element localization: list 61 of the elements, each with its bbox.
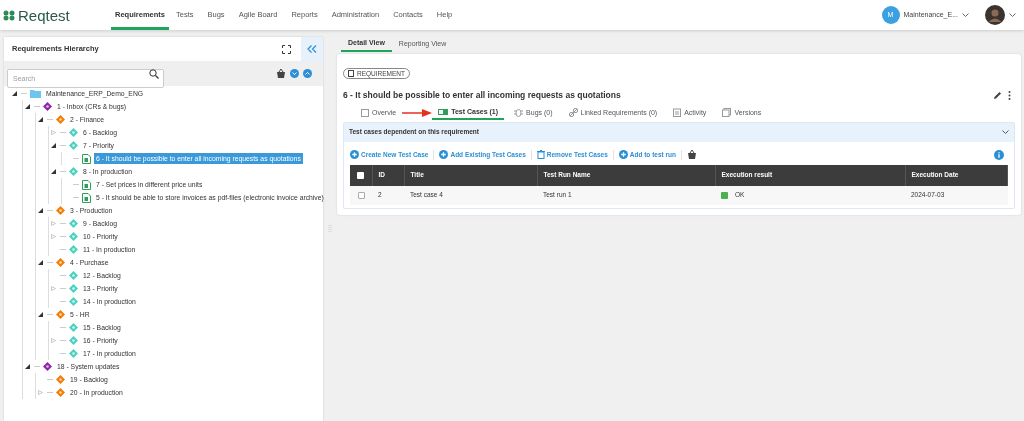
collapse-all-icon[interactable] [303, 69, 312, 78]
expand-caret-icon[interactable] [24, 104, 30, 109]
diamond-icon [69, 141, 78, 150]
requirement-title: 6 - It should be possible to enter all incoming requests as quotations [343, 89, 621, 102]
brand-name: Reqtest [18, 7, 70, 23]
chevron-down-icon[interactable] [1009, 12, 1016, 18]
expand-caret-icon[interactable] [50, 169, 56, 174]
toggle-icon [438, 108, 449, 115]
diamond-icon [56, 388, 65, 397]
expand-caret-icon[interactable] [37, 260, 43, 265]
diamond-icon [69, 284, 78, 293]
edit-icon[interactable] [993, 90, 1002, 100]
logo-icon [3, 9, 15, 21]
fullscreen-icon[interactable] [282, 44, 291, 54]
chevron-down-icon[interactable] [962, 12, 969, 18]
search-icon[interactable] [149, 68, 159, 79]
diamond-icon [69, 128, 78, 137]
clipboard-icon [673, 108, 682, 118]
diamond-icon [56, 258, 65, 267]
plus-circle-icon [439, 150, 449, 160]
expand-caret-icon[interactable] [50, 143, 56, 148]
bug-icon [514, 108, 524, 118]
diamond-icon [56, 206, 65, 215]
document-icon [82, 192, 91, 203]
expand-caret-icon[interactable] [37, 117, 43, 122]
diamond-icon [69, 219, 78, 228]
diamond-icon [69, 167, 78, 176]
link-icon [568, 108, 578, 118]
chevron-down-icon[interactable] [1002, 129, 1009, 135]
diamond-icon [69, 245, 78, 254]
diamond-icon [69, 271, 78, 280]
diamond-icon [43, 102, 52, 111]
expand-caret-icon[interactable] [37, 208, 43, 213]
diamond-icon [56, 115, 65, 124]
row-checkbox[interactable] [357, 192, 365, 200]
copy-icon [722, 108, 732, 118]
trash-icon [536, 150, 545, 160]
plus-circle-icon [618, 150, 628, 160]
expand-caret-icon[interactable] [37, 312, 43, 317]
expand-caret-icon[interactable] [24, 364, 30, 369]
document-icon [348, 70, 354, 77]
plus-circle-icon [350, 150, 359, 160]
more-icon[interactable] [1008, 90, 1011, 100]
diamond-icon [69, 323, 78, 332]
expand-all-icon[interactable] [290, 69, 299, 78]
user-avatar-icon[interactable] [985, 5, 1005, 25]
document-icon [361, 108, 369, 117]
diamond-icon [56, 375, 65, 384]
diamond-icon [69, 297, 78, 306]
expand-caret-icon[interactable] [11, 91, 17, 96]
diamond-icon [69, 232, 78, 241]
select-all-checkbox[interactable] [357, 172, 365, 180]
diamond-icon [43, 362, 52, 371]
info-icon[interactable] [994, 149, 1004, 160]
document-icon [82, 153, 91, 164]
double-chevron-left-icon [307, 45, 317, 53]
diamond-icon [69, 336, 78, 345]
document-icon [82, 179, 91, 190]
diamond-icon [69, 349, 78, 358]
diamond-icon [56, 310, 65, 319]
annotation-arrow [402, 108, 433, 117]
